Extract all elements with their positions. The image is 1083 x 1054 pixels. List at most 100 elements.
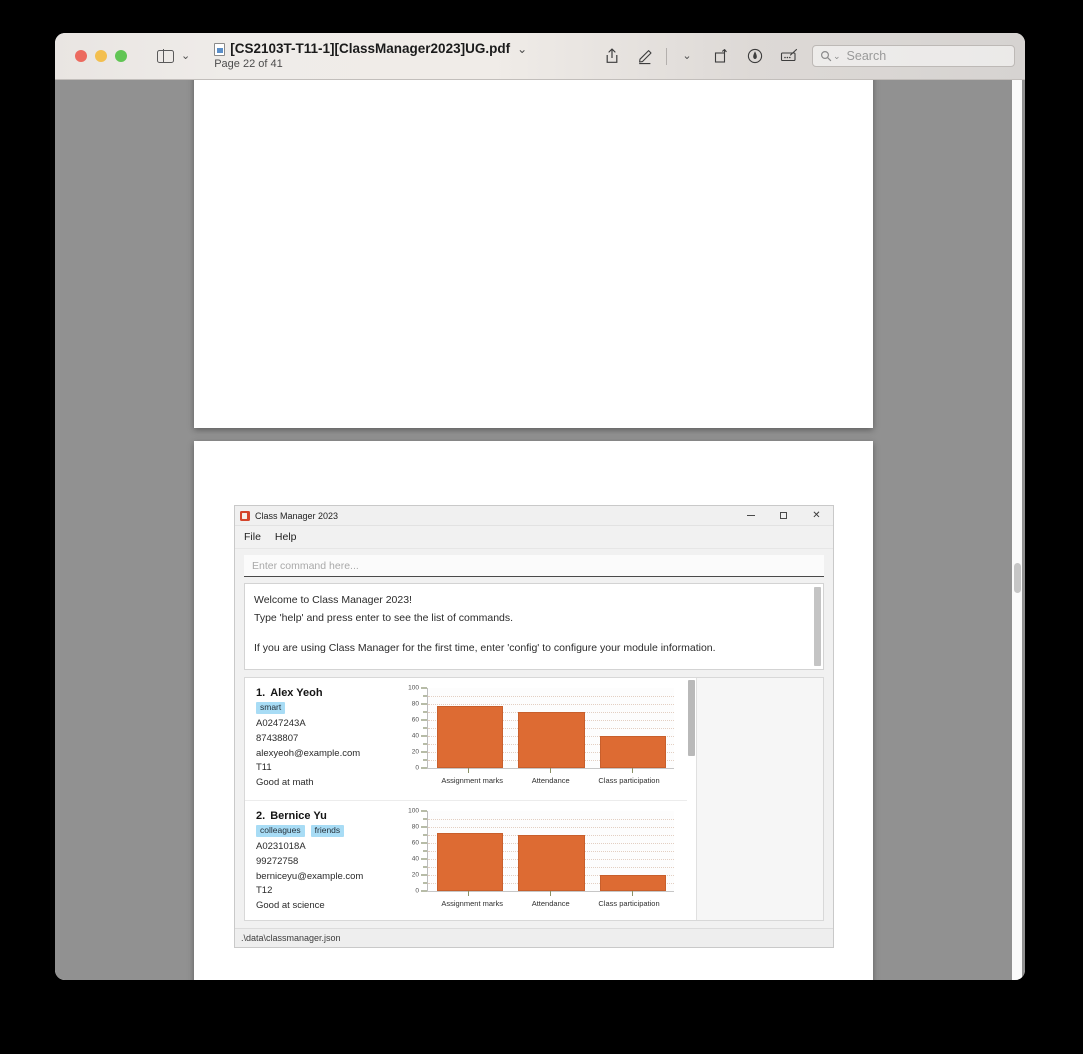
share-button[interactable]: [595, 41, 629, 71]
student-list-scrollbar-thumb[interactable]: [688, 680, 695, 756]
student-id: A0247243A: [256, 718, 306, 730]
y-tick-label: 60: [411, 839, 419, 847]
preview-toolbar: ⌄ [CS2103T-T11-1][ClassManager2023]UG.pd…: [55, 33, 1025, 80]
y-tick-label: 20: [411, 871, 419, 879]
student-card[interactable]: 1. Alex Yeoh smart A0247243A 87438807 ale…: [245, 678, 687, 800]
markup-button[interactable]: [629, 41, 663, 71]
x-tick-label: Class participation: [598, 899, 660, 908]
pdf-vertical-scrollbar[interactable]: [1012, 80, 1022, 980]
student-tag: friends: [310, 825, 345, 838]
bar-attendance: [518, 835, 585, 891]
student-list-panel: 1. Alex Yeoh smart A0247243A 87438807 ale…: [244, 677, 824, 921]
toolbar-right-group: ⌄ ⌄ Search: [595, 33, 1015, 79]
student-performance-chart: 100 80 60 40 20 0 Assignment marks Atten…: [397, 678, 687, 800]
student-name: Bernice Yu: [270, 810, 327, 822]
y-tick-label: 40: [411, 855, 419, 863]
app-window-controls: ✕: [734, 506, 833, 525]
app-logo-icon: [240, 510, 250, 521]
y-tick-label: 100: [408, 807, 419, 815]
close-window-button[interactable]: [75, 50, 87, 62]
chart-bars: [429, 811, 674, 891]
student-class-code: T12: [256, 885, 273, 897]
student-email: alexyeoh@example.com: [256, 747, 361, 759]
student-phone: 99272758: [256, 855, 299, 867]
result-display-box: Welcome to Class Manager 2023! Type 'hel…: [244, 583, 824, 670]
student-info: 2. Bernice Yu colleagues friends A0231018…: [245, 801, 397, 920]
pdf-document-icon: [214, 42, 226, 56]
rotate-button[interactable]: [704, 41, 738, 71]
student-email: berniceyu@example.com: [256, 870, 364, 882]
chevron-down-icon[interactable]: ⌄: [181, 50, 190, 62]
student-card[interactable]: 2. Bernice Yu colleagues friends A0231018…: [245, 800, 687, 920]
pdf-page-lower: Class Manager 2023 ✕ File Help Enter com…: [194, 441, 873, 980]
student-performance-chart: 100 80 60 40 20 0 Assignment marks Atten…: [397, 801, 687, 920]
preview-app-window: ⌄ [CS2103T-T11-1][ClassManager2023]UG.pd…: [55, 33, 1025, 980]
search-placeholder: Search: [846, 49, 887, 63]
y-tick-label: 100: [408, 684, 419, 692]
pdf-scrollbar-thumb[interactable]: [1014, 563, 1021, 593]
student-list-right-filler: [696, 678, 823, 920]
markup-options-button[interactable]: ⌄: [670, 41, 704, 71]
y-tick-label: 0: [415, 887, 419, 895]
window-traffic-lights: [75, 50, 127, 62]
highlight-pen-circle-icon: [747, 48, 763, 64]
zoom-window-button[interactable]: [115, 50, 127, 62]
x-tick-label: Assignment marks: [441, 899, 504, 908]
search-input[interactable]: ⌄ Search: [812, 45, 1015, 67]
pdf-scroll-canvas[interactable]: Assignment marks Attendance Class partic…: [55, 80, 1025, 980]
chart-bars: [429, 688, 674, 768]
result-scrollbar[interactable]: [814, 587, 821, 666]
document-title-block: [CS2103T-T11-1][ClassManager2023]UG.pdf …: [214, 41, 527, 70]
result-scrollbar-thumb[interactable]: [814, 587, 821, 666]
page-indicator: Page 22 of 41: [214, 57, 283, 70]
student-name: Alex Yeoh: [270, 687, 323, 699]
menu-item-help[interactable]: Help: [275, 531, 297, 543]
menu-item-file[interactable]: File: [244, 531, 261, 543]
pen-markup-icon: [639, 50, 652, 65]
result-line: If you are using Class Manager for the f…: [254, 641, 716, 654]
search-scope-chevron-down-icon[interactable]: ⌄: [833, 51, 841, 61]
student-name-row: 2. Bernice Yu: [256, 810, 397, 822]
pdf-page-upper: Assignment marks Attendance Class partic…: [194, 80, 873, 428]
student-tag: colleagues: [256, 825, 305, 838]
app-maximize-button[interactable]: [767, 506, 800, 525]
student-list-scroll-area[interactable]: 1. Alex Yeoh smart A0247243A 87438807 ale…: [245, 678, 687, 920]
y-tick-label: 80: [411, 700, 419, 708]
class-manager-app-screenshot: Class Manager 2023 ✕ File Help Enter com…: [234, 505, 834, 948]
result-spacer: [254, 628, 814, 639]
share-icon: [606, 48, 618, 63]
student-info: 1. Alex Yeoh smart A0247243A 87438807 ale…: [245, 678, 397, 800]
sidebar-toggle-button[interactable]: ⌄: [157, 49, 190, 63]
highlight-button[interactable]: [738, 41, 772, 71]
command-input[interactable]: Enter command here...: [244, 555, 824, 577]
rotate-icon: [714, 49, 727, 63]
app-status-bar: .\data\classmanager.json: [235, 928, 833, 947]
chevron-down-icon[interactable]: ⌄: [682, 50, 691, 62]
document-menu-chevron-down-icon[interactable]: ⌄: [517, 42, 527, 56]
chart-y-axis: 100 80 60 40 20 0: [397, 807, 427, 895]
bar-assignment-marks: [436, 705, 503, 768]
chart-x-axis: Assignment marks Attendance Class partic…: [427, 891, 674, 913]
app-close-button[interactable]: ✕: [800, 506, 833, 525]
app-status-text: .\data\classmanager.json: [241, 933, 341, 943]
app-minimize-button[interactable]: [734, 506, 767, 525]
x-tick-label: Class participation: [598, 776, 660, 785]
y-tick-label: 80: [411, 823, 419, 831]
student-tags: smart: [256, 702, 397, 715]
student-comment: Good at science: [256, 900, 325, 912]
y-tick-label: 0: [415, 764, 419, 772]
chart-plot-area: [427, 811, 674, 891]
student-class-code: T11: [256, 762, 272, 774]
bar-class-participation: [600, 736, 667, 768]
bar-attendance: [518, 712, 585, 768]
app-menu-bar: File Help: [235, 526, 833, 549]
app-window-title: Class Manager 2023: [255, 510, 339, 521]
minimize-window-button[interactable]: [95, 50, 107, 62]
student-tags: colleagues friends: [256, 825, 397, 838]
chart-x-axis: Assignment marks Attendance Class partic…: [427, 768, 674, 790]
signature-button[interactable]: [772, 41, 806, 71]
student-list-scrollbar[interactable]: [687, 678, 696, 920]
student-phone: 87438807: [256, 732, 299, 744]
command-input-placeholder: Enter command here...: [252, 559, 359, 572]
result-line: Type 'help' and press enter to see the l…: [254, 612, 514, 625]
